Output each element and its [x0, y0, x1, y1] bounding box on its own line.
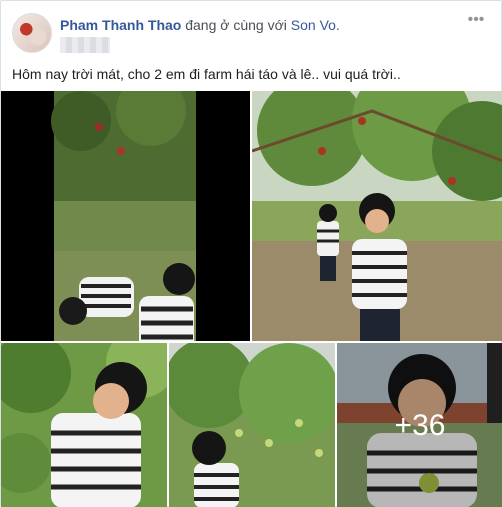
photo-2[interactable] [252, 91, 502, 341]
photo-grid: +36 [1, 91, 502, 507]
photo-5[interactable]: +36 [337, 343, 502, 507]
facebook-post: Pham Thanh Thao đang ở cùng với Son Vo. … [0, 0, 502, 507]
photo-4[interactable] [169, 343, 335, 507]
post-caption: Hôm nay trời mát, cho 2 em đi farm hái t… [12, 66, 401, 82]
with-text: đang ở cùng với [185, 17, 287, 33]
author-line: Pham Thanh Thao đang ở cùng với Son Vo. [60, 17, 340, 33]
author-name[interactable]: Pham Thanh Thao [60, 17, 181, 33]
more-photos-overlay[interactable]: +36 [337, 343, 502, 507]
ellipsis-icon[interactable]: ••• [464, 12, 488, 33]
photo-3[interactable] [1, 343, 167, 507]
tagged-user[interactable]: Son Vo. [291, 17, 340, 33]
photo-1[interactable] [1, 91, 250, 341]
post-timestamp[interactable] [60, 37, 110, 53]
post-header: Pham Thanh Thao đang ở cùng với Son Vo. … [12, 12, 492, 59]
more-photos-count: +36 [394, 408, 446, 442]
author-avatar[interactable] [12, 13, 52, 53]
